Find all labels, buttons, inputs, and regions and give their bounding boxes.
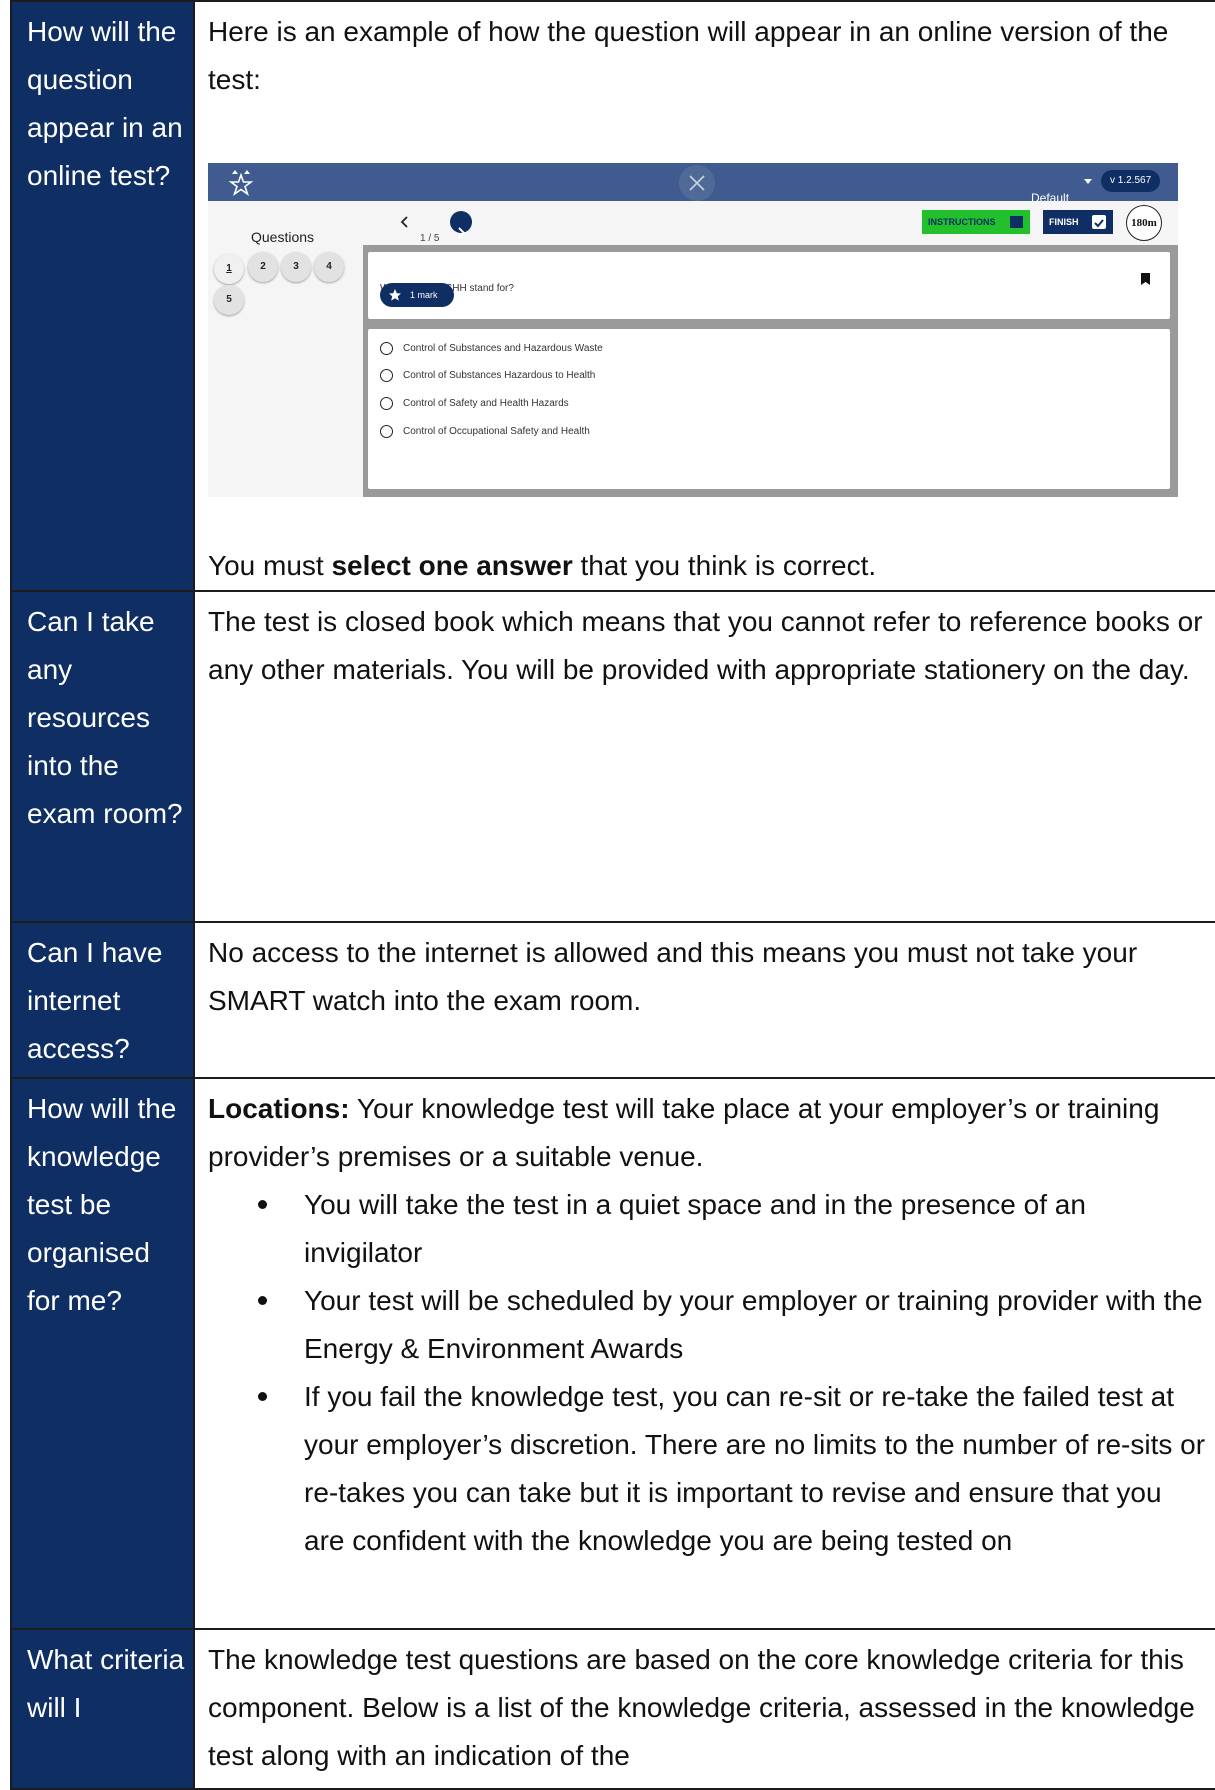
app-topbar: Default v 1.2.567 — [208, 163, 1178, 205]
answer-cell: No access to the internet is allowed and… — [193, 921, 1215, 1079]
checkbox-check-icon — [1092, 215, 1106, 229]
mark-label: 1 mark — [410, 290, 438, 300]
chevron-left-icon[interactable] — [398, 214, 412, 230]
question-cell: How will the knowledge test be organised… — [10, 1077, 195, 1630]
chevron-right-icon — [458, 227, 466, 239]
question-cell: How will the question appear in an onlin… — [10, 0, 195, 592]
faq-row-resources: Can I take any resources into the exam r… — [10, 590, 1215, 923]
book-icon — [1010, 216, 1023, 228]
faq-table: How will the question appear in an onlin… — [10, 0, 1215, 1790]
locations-text: Your knowledge test will take place at y… — [208, 1093, 1160, 1172]
bullet-list: You will take the test in a quiet space … — [208, 1181, 1206, 1565]
answer-options: Control of Substances and Hazardous Wast… — [368, 329, 1170, 489]
faq-row-internet: Can I have internet access? No access to… — [10, 921, 1215, 1079]
radio-button[interactable] — [380, 342, 393, 355]
question-number-button[interactable]: 4 — [314, 252, 344, 282]
question-cell: Can I take any resources into the exam r… — [10, 590, 195, 923]
option-label: Control of Occupational Safety and Healt… — [403, 426, 590, 437]
option-label: Control of Substances and Hazardous Wast… — [403, 343, 603, 354]
answer-intro: Here is an example of how the question w… — [208, 16, 1169, 95]
option-label: Control of Safety and Health Hazards — [403, 398, 569, 409]
question-card: What does COSHH stand for? 1 mark — [368, 252, 1170, 319]
faq-row-online-test: How will the question appear in an onlin… — [10, 0, 1215, 592]
note-text: You must — [208, 550, 332, 581]
question-toolbar: Questions 1 / 5 INSTRUCTIONS FINISH 180m — [208, 201, 1178, 245]
finish-label: FINISH — [1049, 217, 1079, 227]
star-logo-icon — [228, 170, 254, 196]
list-item: Your test will be scheduled by your empl… — [256, 1277, 1206, 1373]
locations-paragraph: Locations: Your knowledge test will take… — [208, 1085, 1206, 1181]
star-icon — [389, 289, 401, 301]
answer-cell: Locations: Your knowledge test will take… — [193, 1077, 1215, 1630]
instructions-label: INSTRUCTIONS — [928, 217, 996, 227]
radio-button[interactable] — [380, 369, 393, 382]
close-button[interactable] — [679, 165, 715, 201]
bookmark-icon[interactable] — [1141, 273, 1150, 285]
faq-row-criteria: What criteria will I The knowledge test … — [10, 1628, 1215, 1790]
question-number-button[interactable]: 5 — [214, 285, 244, 315]
radio-button[interactable] — [380, 425, 393, 438]
mark-badge: 1 mark — [380, 283, 454, 307]
answer-cell: The test is closed book which means that… — [193, 590, 1215, 923]
timer: 180m — [1126, 205, 1162, 241]
list-item: You will take the test in a quiet space … — [256, 1181, 1206, 1277]
online-test-screenshot: Default v 1.2.567 Questions 1 / 5 INSTRU… — [208, 163, 1178, 497]
question-number-button[interactable]: 2 — [248, 252, 278, 282]
next-question-button[interactable] — [450, 211, 472, 239]
list-item: If you fail the knowledge test, you can … — [256, 1373, 1206, 1565]
chevron-down-icon — [1084, 179, 1092, 184]
faq-row-organisation: How will the knowledge test be organised… — [10, 1077, 1215, 1630]
answer-cell: The knowledge test questions are based o… — [193, 1628, 1215, 1790]
question-number-button[interactable]: 3 — [281, 252, 311, 282]
option-label: Control of Substances Hazardous to Healt… — [403, 370, 596, 381]
note-text: that you think is correct. — [572, 550, 877, 581]
finish-button[interactable]: FINISH — [1043, 210, 1113, 234]
version-badge: v 1.2.567 — [1101, 170, 1161, 192]
close-icon — [689, 175, 705, 191]
question-area: What does COSHH stand for? 1 mark — [363, 245, 1178, 497]
question-cell: What criteria will I — [10, 1628, 195, 1790]
note-bold: select one answer — [331, 550, 573, 581]
question-cell: Can I have internet access? — [10, 921, 195, 1079]
question-number-button[interactable]: 1 — [214, 254, 244, 284]
question-navigator: 1 2 3 4 5 — [208, 245, 363, 497]
answer-note: You must select one answer that you thin… — [208, 542, 1206, 590]
radio-button[interactable] — [380, 397, 393, 410]
answer-cell: Here is an example of how the question w… — [193, 0, 1215, 592]
instructions-button[interactable]: INSTRUCTIONS — [922, 210, 1030, 234]
locations-label: Locations: — [208, 1093, 350, 1124]
